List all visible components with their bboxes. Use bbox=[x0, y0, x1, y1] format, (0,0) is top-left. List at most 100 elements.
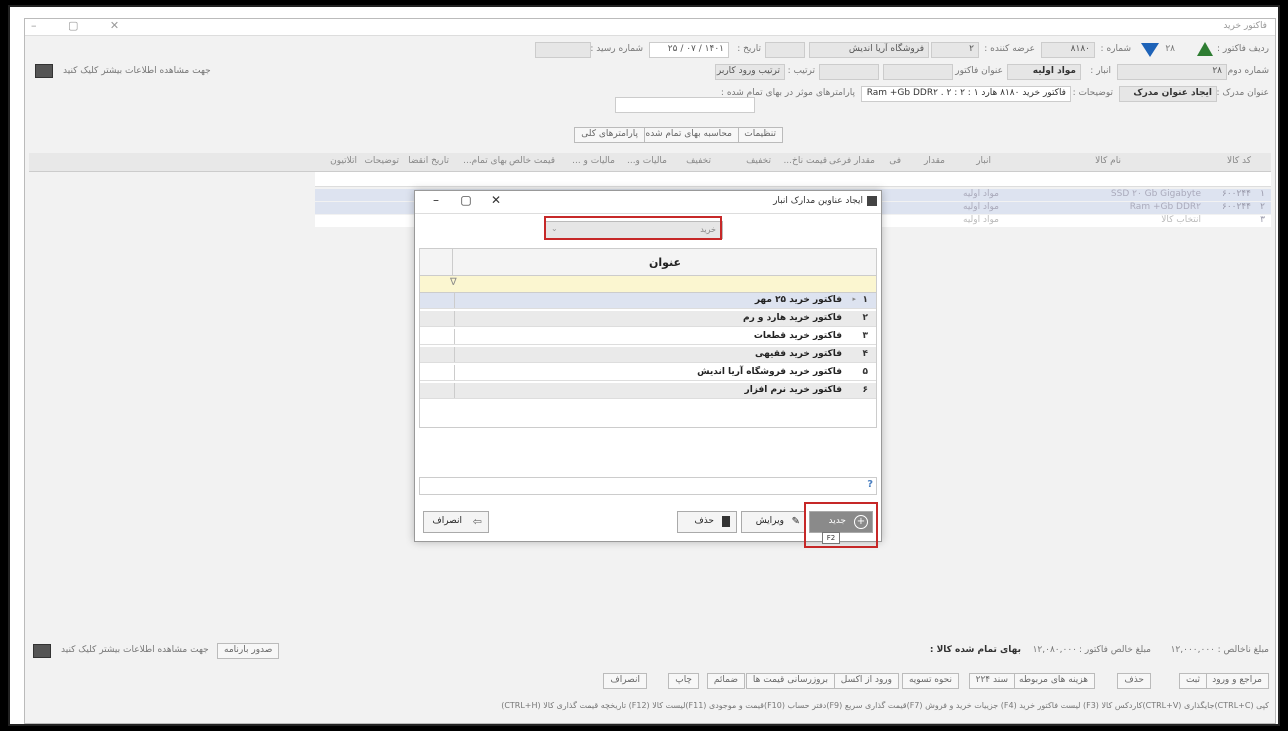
title-cell[interactable]: فاکتور خرید هارد و رم bbox=[743, 313, 842, 323]
receipt-field[interactable] bbox=[535, 42, 591, 58]
issue-bill-button[interactable]: صدور بارنامه bbox=[217, 643, 280, 659]
col-expiry[interactable]: تاریخ انقضا bbox=[408, 156, 449, 166]
col-description[interactable]: توضیحات bbox=[364, 156, 399, 166]
titles-filter-row[interactable]: ∇ bbox=[420, 276, 876, 293]
filter-icon[interactable]: ∇ bbox=[450, 277, 457, 288]
title-cell[interactable]: فاکتور خرید فروشگاه آریا اندیش bbox=[697, 367, 842, 377]
date-label: تاریخ : bbox=[737, 44, 761, 54]
warehouse-select[interactable]: مواد اولیه bbox=[1007, 64, 1081, 80]
list-item[interactable]: ۶ فاکتور خرید نرم افزار bbox=[420, 383, 876, 399]
description-field[interactable]: فاکتور خرید ۸۱۸۰ هارد ۱ : Ram +Gb DDR۲ .… bbox=[861, 86, 1071, 102]
col-gross-price[interactable]: قیمت ناخ... bbox=[783, 156, 827, 166]
settings-button[interactable]: تنظیمات bbox=[737, 127, 783, 143]
invoice-row-label: ردیف فاکتور : bbox=[1217, 44, 1269, 54]
col-discount-2[interactable]: تخفیف bbox=[686, 156, 711, 166]
col-unit-price[interactable]: فی bbox=[889, 156, 901, 166]
save-button[interactable]: ثبت bbox=[1178, 673, 1207, 689]
settlement-button[interactable]: نحوه تسویه bbox=[901, 673, 959, 689]
dialog-title-bar: ایجاد عناوین مدارک انبار – ▢ ✕ bbox=[415, 191, 881, 214]
import-excel-button[interactable]: ورود از اکسل bbox=[833, 673, 899, 689]
row-number: ۵ bbox=[862, 367, 869, 377]
edit-button[interactable]: ✎ ویرایش bbox=[741, 511, 805, 533]
header-row-1: ردیف فاکتور : ۲۸ شماره : ۸۱۸۰ عرضه کننده… bbox=[29, 41, 1271, 59]
action-toolbar: مراجع و ورود ثبت حذف هزینه های مربوطه سن… bbox=[29, 673, 1271, 693]
warehouse-cell[interactable]: مواد اولیه bbox=[963, 189, 999, 199]
search-icon[interactable]: ? bbox=[867, 479, 873, 490]
col-tax-2[interactable]: مالیات و ... bbox=[572, 156, 615, 166]
doc-title-label: عنوان مدرک : bbox=[1216, 88, 1269, 98]
col-sub-qty[interactable]: مقدار فرعی bbox=[829, 156, 875, 166]
invoice-title-extra[interactable] bbox=[819, 64, 879, 80]
col-cost[interactable]: بهای تمام... bbox=[463, 156, 507, 166]
cancel-button[interactable]: ⇦ انصراف bbox=[423, 511, 489, 533]
row-number: ۴ bbox=[862, 349, 869, 359]
title-cell[interactable]: فاکتور خرید قطعات bbox=[754, 331, 842, 341]
find-panel[interactable]: ? bbox=[419, 477, 877, 495]
header-row-4: تنظیمات محاسبه بهای تمام شده پارامترهای … bbox=[29, 127, 1271, 145]
row-number: ۲ bbox=[862, 313, 869, 323]
list-item[interactable]: ۱ ▸ فاکتور خرید ۲۵ مهر bbox=[420, 293, 876, 309]
title-cell[interactable]: فاکتور خرید ۲۵ مهر bbox=[755, 295, 842, 305]
params-field[interactable] bbox=[615, 97, 755, 113]
window-controls[interactable]: – ▢ ✕ bbox=[31, 19, 133, 32]
delete-button[interactable]: حذف bbox=[677, 511, 737, 533]
delete-button-label: حذف bbox=[694, 516, 714, 526]
cancel-button[interactable]: انصراف bbox=[603, 673, 647, 689]
item-code-cell[interactable]: ۶۰۰۲۴۴ bbox=[1222, 202, 1251, 212]
invoice-title-select[interactable] bbox=[883, 64, 953, 80]
create-doc-title-button[interactable]: ایجاد عنوان مدرک bbox=[1119, 86, 1217, 102]
footer-info-hint[interactable]: جهت مشاهده اطلاعات بیشتر کلیک کنید bbox=[61, 645, 209, 655]
order-label: ترتیب : bbox=[787, 66, 815, 76]
print-button[interactable]: چاپ bbox=[668, 673, 699, 689]
order-select[interactable]: ترتیب ورود کاربر bbox=[715, 64, 785, 80]
general-params-button[interactable]: پارامترهای کلی bbox=[574, 127, 645, 143]
current-row-icon: ▸ bbox=[852, 295, 856, 303]
item-name-cell[interactable]: SSD ۲۰ Gb Gigabyte bbox=[1111, 189, 1201, 199]
voucher-button[interactable]: سند ۲۲۴ bbox=[968, 673, 1015, 689]
col-item-code[interactable]: کد کالا bbox=[1227, 156, 1251, 166]
totals-bar: مبلغ ناخالص : ۱۲,۰۰۰,۰۰۰ مبلغ خالص فاکتو… bbox=[29, 642, 1271, 662]
list-item[interactable]: ۳ فاکتور خرید قطعات bbox=[420, 329, 876, 345]
description-label: توضیحات : bbox=[1072, 88, 1113, 98]
supplier-code-field[interactable]: ۲ bbox=[931, 42, 979, 58]
list-item[interactable]: ۵ فاکتور خرید فروشگاه آریا اندیش bbox=[420, 365, 876, 381]
supplier-extra-field[interactable] bbox=[765, 42, 805, 58]
update-prices-button[interactable]: بروزرسانی قیمت ها bbox=[745, 673, 835, 689]
col-title[interactable]: عنوان bbox=[454, 256, 876, 269]
delete-button[interactable]: حذف bbox=[1117, 673, 1151, 689]
list-item[interactable]: ۴ فاکتور خرید فقیهی bbox=[420, 347, 876, 363]
col-warehouse[interactable]: انبار bbox=[976, 156, 991, 166]
up-arrow-icon[interactable] bbox=[1197, 42, 1213, 56]
date-field[interactable]: ۱۴۰۱ / ۰۷ / ۲۵ bbox=[649, 42, 729, 58]
col-item-name[interactable]: نام کالا bbox=[1095, 156, 1121, 166]
info-panel-icon[interactable] bbox=[35, 64, 53, 78]
related-costs-button[interactable]: هزینه های مربوطه bbox=[1012, 673, 1095, 689]
title-cell[interactable]: فاکتور خرید نرم افزار bbox=[745, 385, 842, 395]
number-field[interactable]: ۸۱۸۰ bbox=[1041, 42, 1095, 58]
cost-label: بهای تمام شده کالا : bbox=[929, 645, 1021, 655]
item-name-cell[interactable]: انتخاب کالا bbox=[1161, 215, 1201, 225]
col-qty[interactable]: مقدار bbox=[924, 156, 945, 166]
warehouse-cell[interactable]: مواد اولیه bbox=[963, 215, 999, 225]
col-discount-1[interactable]: تخفیف bbox=[746, 156, 771, 166]
trash-icon bbox=[722, 516, 730, 527]
calc-cost-button[interactable]: محاسبه بهای تمام شده bbox=[638, 127, 739, 143]
item-name-cell[interactable]: Ram +Gb DDR۲ bbox=[1130, 202, 1201, 212]
list-item[interactable]: ۲ فاکتور خرید هارد و رم bbox=[420, 311, 876, 327]
arrow-value: ۲۸ bbox=[1165, 44, 1175, 54]
supplier-name-field[interactable]: فروشگاه آریا اندیش bbox=[809, 42, 929, 58]
col-net-price[interactable]: قیمت خالص bbox=[509, 156, 555, 166]
footer-info-icon[interactable] bbox=[33, 644, 51, 658]
new-from-button[interactable]: مراجع و ورود bbox=[1205, 673, 1269, 689]
down-arrow-icon[interactable] bbox=[1141, 43, 1159, 57]
item-code-cell[interactable]: ۶۰۰۲۴۴ bbox=[1222, 189, 1251, 199]
second-number-field[interactable]: ۲۸ bbox=[1117, 64, 1227, 80]
col-tax-1[interactable]: مالیات و... bbox=[627, 156, 667, 166]
items-grid-filter-row[interactable] bbox=[315, 172, 1271, 187]
attachments-button[interactable]: ضمائم bbox=[706, 673, 745, 689]
warehouse-cell[interactable]: مواد اولیه bbox=[963, 202, 999, 212]
title-cell[interactable]: فاکتور خرید فقیهی bbox=[755, 349, 842, 359]
header-info-hint[interactable]: جهت مشاهده اطلاعات بیشتر کلیک کنید bbox=[63, 66, 211, 76]
dialog-window-controls[interactable]: – ▢ ✕ bbox=[421, 193, 511, 207]
col-extra[interactable]: اتلاتیون bbox=[330, 156, 357, 166]
